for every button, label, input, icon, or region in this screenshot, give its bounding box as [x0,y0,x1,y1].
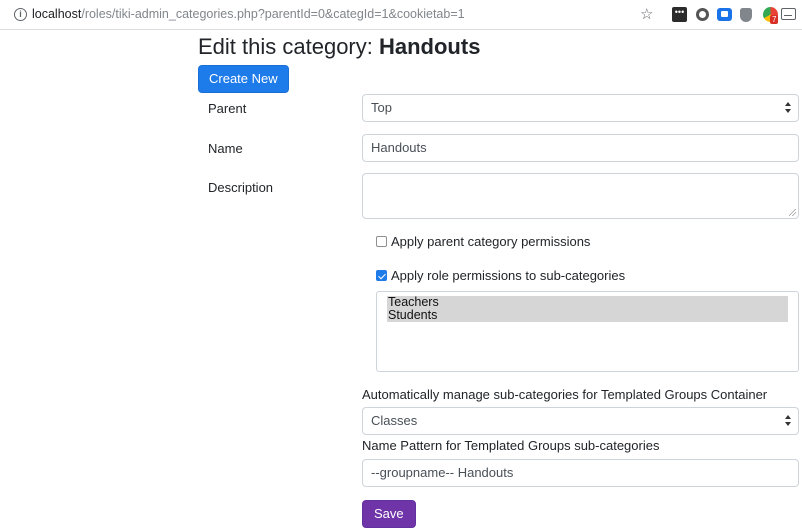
apply-parent-perms-row[interactable]: Apply parent category permissions [376,234,590,249]
address-bar[interactable]: i localhost/roles/tiki-admin_categories.… [0,0,802,30]
bookmark-star-icon[interactable]: ☆ [640,7,655,22]
name-pattern-value: --groupname-- Handouts [371,465,514,480]
name-pattern-label: Name Pattern for Templated Groups sub-ca… [362,438,660,453]
extension-shield-icon[interactable] [740,8,752,22]
container-select[interactable]: Classes [362,407,799,435]
save-button[interactable]: Save [362,500,416,528]
apply-role-perms-row[interactable]: Apply role permissions to sub-categories [376,268,625,283]
page-title: Edit this category: Handouts [198,34,480,60]
name-input-value: Handouts [371,140,427,155]
url-text[interactable]: localhost/roles/tiki-admin_categories.ph… [32,7,465,21]
extension-badge: 7 [770,15,779,24]
page-title-prefix: Edit this category: [198,34,379,59]
parent-select[interactable]: Top [362,94,799,122]
name-label: Name [208,141,243,156]
parent-select-value: Top [371,100,392,115]
name-pattern-input[interactable]: --groupname-- Handouts [362,459,799,487]
parent-label: Parent [208,101,247,116]
page-title-category: Handouts [378,34,481,59]
select-arrows-icon [785,101,792,115]
apply-role-perms-label: Apply role permissions to sub-categories [391,268,626,283]
extension-mail-icon[interactable] [781,8,796,20]
roles-listbox[interactable]: Teachers Students [376,291,799,372]
name-input[interactable]: Handouts [362,134,799,162]
resize-handle-icon[interactable] [789,209,796,216]
description-textarea[interactable] [362,173,799,219]
create-new-button[interactable]: Create New [198,65,289,93]
select-arrows-icon [785,414,792,428]
auto-manage-label: Automatically manage sub-categories for … [362,387,768,402]
description-label: Description [208,180,274,195]
url-host: localhost [32,7,82,21]
apply-role-perms-checkbox[interactable] [376,270,387,281]
apply-parent-perms-label: Apply parent category permissions [391,234,591,249]
container-select-value: Classes [371,413,418,428]
apply-parent-perms-checkbox[interactable] [376,236,387,247]
role-option-teachers[interactable]: Teachers [387,296,788,309]
url-path: /roles/tiki-admin_categories.php?parentI… [81,7,465,21]
site-info-icon[interactable]: i [14,8,27,21]
role-option-students[interactable]: Students [387,309,788,322]
extension-card-icon[interactable] [717,8,732,21]
extension-dots-icon[interactable]: ••• [672,7,687,22]
extension-circle-icon[interactable] [696,8,709,21]
